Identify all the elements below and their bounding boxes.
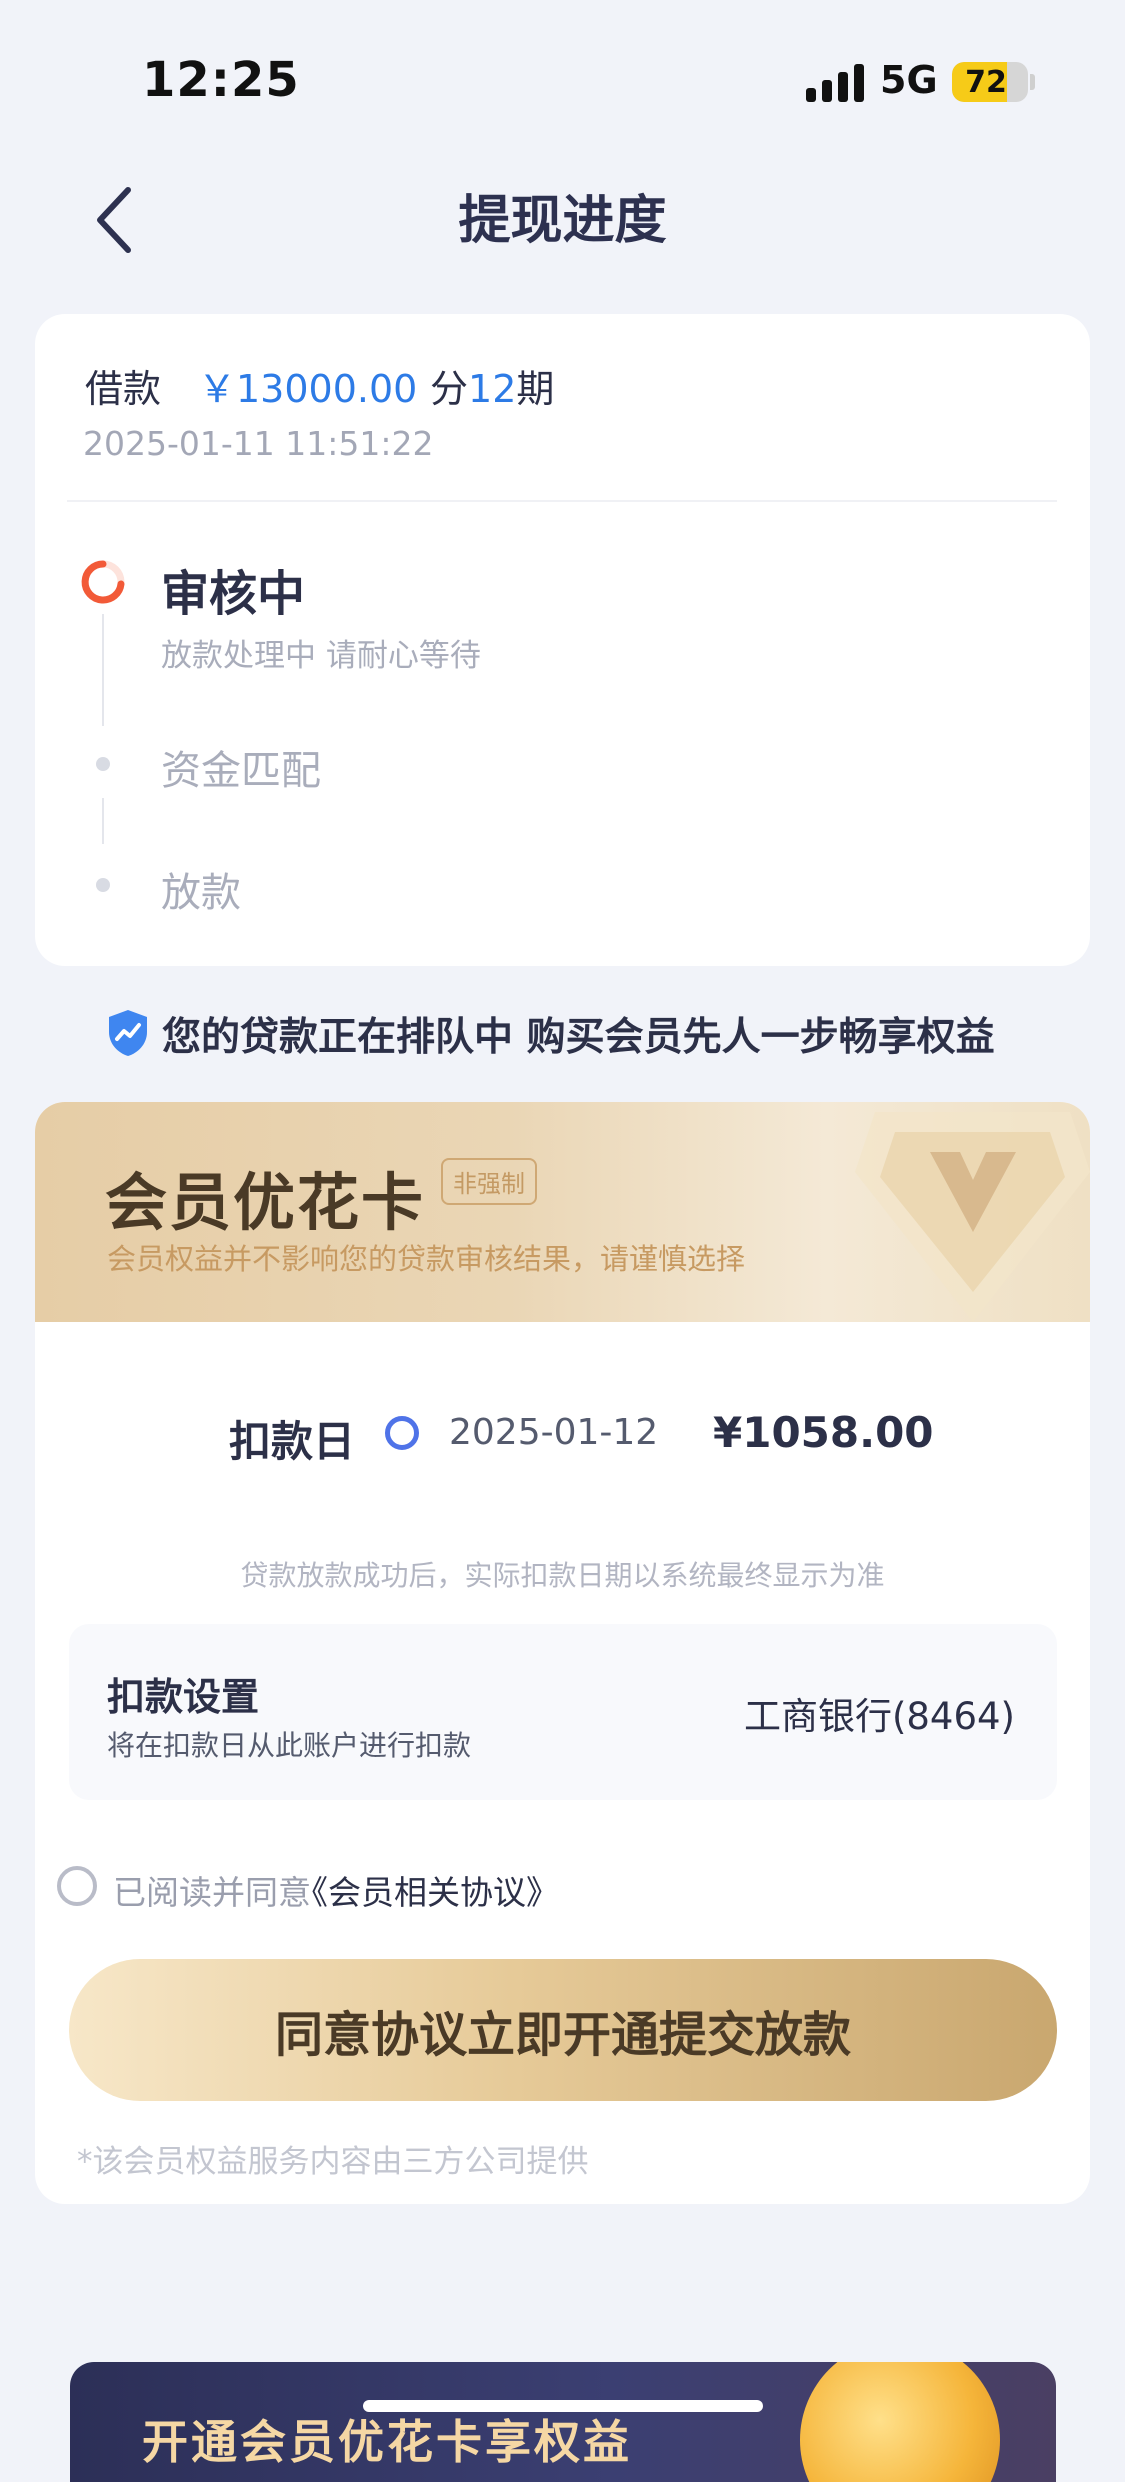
- terms-count: 12: [468, 367, 517, 411]
- battery-tip: [1030, 74, 1035, 90]
- terms-prefix: 分: [430, 367, 469, 411]
- timeline-connector: [102, 614, 104, 726]
- deduction-settings-subtitle: 将在扣款日从此账户进行扣款: [107, 1729, 472, 1762]
- agreement-link[interactable]: 《会员相关协议》: [295, 1866, 559, 1914]
- diamond-v-icon: [855, 1112, 1090, 1322]
- battery-level: 72: [965, 65, 1007, 100]
- loan-progress-card: 借款 ￥13000.00 分12期 2025-01-11 11:51:22 审核…: [35, 314, 1090, 966]
- agreement-text: 已阅读并同意: [113, 1873, 311, 1912]
- deduction-settings[interactable]: 扣款设置 将在扣款日从此账户进行扣款 工商银行(8464): [69, 1624, 1057, 1800]
- membership-title: 会员优花卡: [105, 1166, 426, 1239]
- divider: [67, 500, 1057, 502]
- membership-subtitle: 会员权益并不影响您的贷款审核结果，请谨慎选择: [107, 1242, 746, 1276]
- timeline-dot: [96, 757, 110, 771]
- loading-ring-icon: [81, 560, 125, 604]
- step-current-subtitle: 放款处理中 请耐心等待: [161, 638, 481, 674]
- home-indicator: [363, 2400, 763, 2412]
- step-current-title: 审核中: [161, 566, 306, 622]
- signal-icon: [806, 64, 864, 102]
- membership-card: 会员优花卡 非强制 会员权益并不影响您的贷款审核结果，请谨慎选择 扣款日 202…: [35, 1102, 1090, 2204]
- status-time: 12:25: [142, 52, 300, 108]
- loan-date: 2025-01-11 11:51:22: [83, 424, 434, 463]
- deduct-date-radio[interactable]: [385, 1416, 419, 1450]
- submit-button[interactable]: 同意协议立即开通提交放款: [69, 1959, 1057, 2101]
- timeline-dot: [96, 878, 110, 892]
- shield-icon: [109, 1010, 147, 1056]
- promo-banner[interactable]: 开通会员优花卡享权益: [70, 2362, 1056, 2482]
- terms-suffix: 期: [516, 367, 555, 411]
- step-disbursement: 放款: [161, 870, 241, 916]
- agreement-checkbox[interactable]: [57, 1866, 97, 1906]
- timeline-connector: [102, 798, 104, 844]
- promo-text: 开通会员优花卡享权益: [142, 2415, 632, 2469]
- page-title: 提现进度: [458, 191, 667, 251]
- third-party-footnote: *该会员权益服务内容由三方公司提供: [77, 2144, 589, 2180]
- loan-terms: 分12期: [430, 358, 554, 413]
- loan-amount: ￥13000.00: [198, 367, 418, 411]
- deduct-note: 贷款放款成功后，实际扣款日期以系统最终显示为准: [240, 1559, 885, 1592]
- step-fund-matching: 资金匹配: [161, 748, 321, 794]
- loan-label: 借款: [85, 367, 162, 411]
- queue-notice: 您的贷款正在排队中 购买会员先人一步畅享权益: [162, 1015, 995, 1060]
- deduct-date: 2025-01-12: [449, 1412, 659, 1453]
- optional-badge: 非强制: [441, 1158, 537, 1205]
- network-type: 5G: [880, 58, 938, 102]
- deduct-amount: ¥1058.00: [713, 1408, 934, 1457]
- battery-icon: 72: [952, 62, 1028, 102]
- coin-icon: [800, 2362, 1000, 2482]
- deduction-settings-title: 扣款设置: [107, 1675, 260, 1719]
- bank-account: 工商银行(8464): [743, 1695, 1015, 1738]
- deduct-day-label: 扣款日: [229, 1417, 356, 1466]
- membership-banner: 会员优花卡 非强制 会员权益并不影响您的贷款审核结果，请谨慎选择: [35, 1102, 1090, 1322]
